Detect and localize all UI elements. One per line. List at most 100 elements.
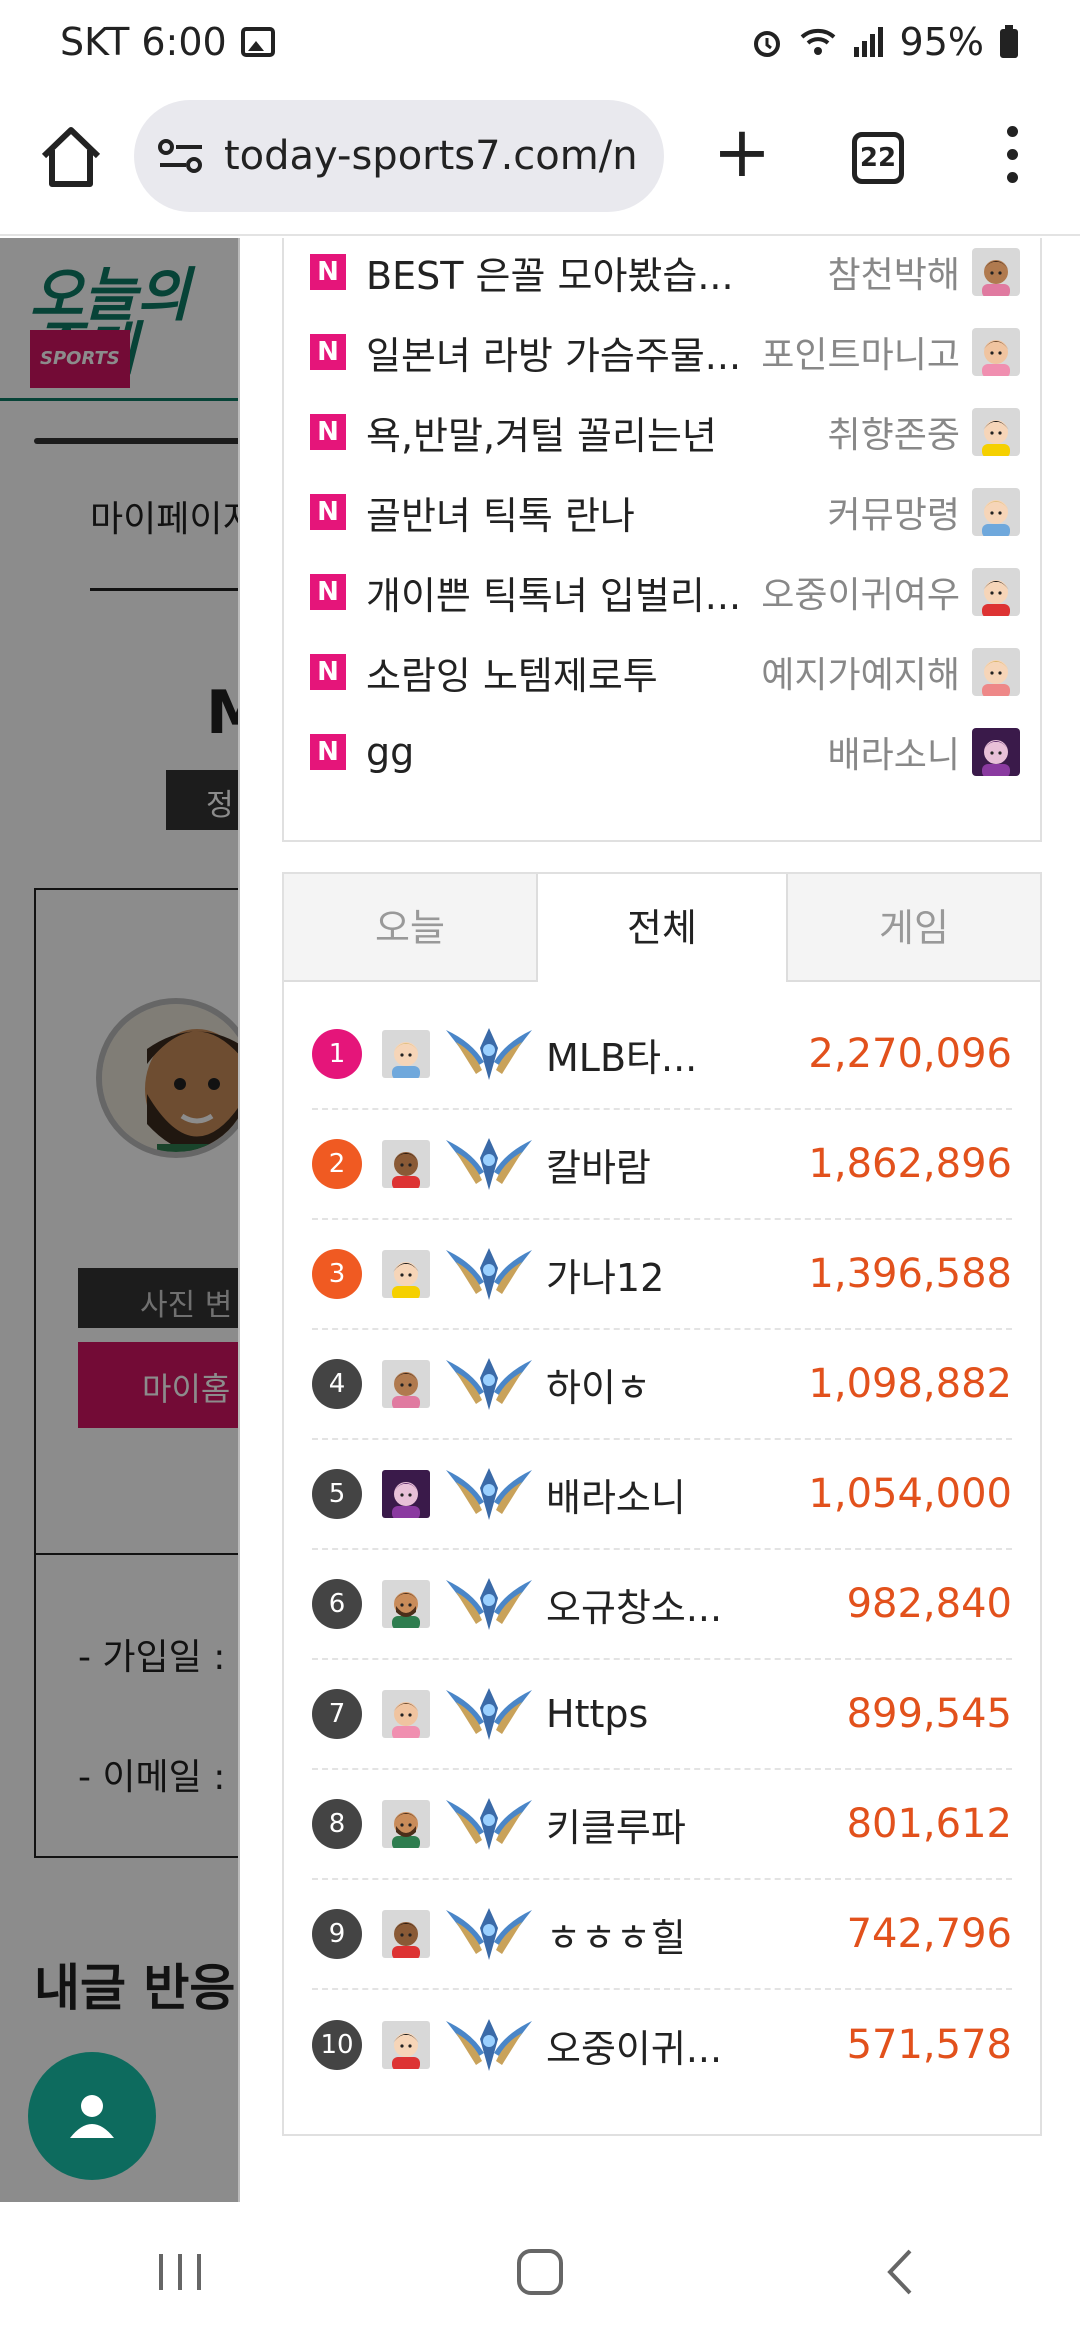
- recent-post-row[interactable]: N BEST 은꼴 모아봤습... 참천박해: [310, 240, 1020, 304]
- back-button[interactable]: [840, 2232, 960, 2312]
- post-author[interactable]: 포인트마니고: [760, 326, 960, 378]
- rank-username[interactable]: Https: [546, 1692, 746, 1736]
- gallery-notification-icon: [240, 27, 275, 57]
- new-badge-icon: N: [310, 654, 346, 690]
- browser-menu-icon[interactable]: [1000, 126, 1024, 192]
- status-bar: SKT 6:00 95%: [0, 0, 1080, 84]
- tab-game[interactable]: 게임: [788, 874, 1040, 982]
- user-avatar: [382, 1250, 430, 1298]
- author-avatar: [972, 328, 1020, 376]
- rank-username[interactable]: 배라소니: [546, 1467, 746, 1522]
- tier-emblem-icon: [444, 1792, 534, 1856]
- recent-apps-button[interactable]: [120, 2232, 240, 2312]
- ranking-row[interactable]: 9 ㅎㅎㅎ힐 742,796: [312, 1880, 1012, 1990]
- battery-icon: [1000, 25, 1018, 58]
- user-avatar: [382, 1360, 430, 1408]
- site-settings-icon[interactable]: [158, 136, 204, 176]
- author-avatar: [972, 648, 1020, 696]
- user-avatar: [382, 1690, 430, 1738]
- rank-score: 801,612: [846, 1801, 1012, 1847]
- rank-score: 1,862,896: [808, 1141, 1012, 1187]
- ranking-row[interactable]: 10 오중이귀... 571,578: [312, 1990, 1012, 2100]
- rank-score: 2,270,096: [808, 1031, 1012, 1077]
- tier-emblem-icon: [444, 1462, 534, 1526]
- ranking-row[interactable]: 2 칼바람 1,862,896: [312, 1110, 1012, 1220]
- post-author[interactable]: 예지가예지해: [760, 646, 960, 698]
- rank-number-badge: 4: [312, 1359, 362, 1409]
- author-avatar: [972, 408, 1020, 456]
- tab-today[interactable]: 오늘: [284, 874, 536, 982]
- ranking-row[interactable]: 6 오규창소... 982,840: [312, 1550, 1012, 1660]
- post-title[interactable]: gg: [366, 730, 756, 774]
- tier-emblem-icon: [444, 1242, 534, 1306]
- profile-fab-button[interactable]: [28, 2052, 156, 2180]
- address-bar[interactable]: today-sports7.com/n: [134, 100, 664, 212]
- tab-switcher-button[interactable]: 22: [852, 132, 904, 184]
- rank-score: 1,396,588: [808, 1251, 1012, 1297]
- signal-icon: [853, 27, 883, 57]
- battery-percent: 95%: [899, 20, 984, 64]
- rank-username[interactable]: 키클루파: [546, 1797, 746, 1852]
- user-icon: [70, 2095, 114, 2138]
- new-badge-icon: N: [310, 334, 346, 370]
- rank-username[interactable]: 오중이귀...: [546, 2018, 746, 2073]
- author-avatar: [972, 568, 1020, 616]
- tab-all[interactable]: 전체: [536, 874, 788, 982]
- new-tab-button[interactable]: +: [706, 117, 778, 192]
- url-text[interactable]: today-sports7.com/n: [224, 133, 638, 179]
- user-avatar: [382, 1470, 430, 1518]
- author-avatar: [972, 248, 1020, 296]
- tier-emblem-icon: [444, 1572, 534, 1636]
- post-title[interactable]: 소람잉 노템제로투: [366, 645, 756, 700]
- rank-username[interactable]: 오규창소...: [546, 1577, 746, 1632]
- recent-post-row[interactable]: N 개이쁜 틱톡녀 입벌리... 오중이귀여우: [310, 560, 1020, 624]
- new-badge-icon: N: [310, 574, 346, 610]
- rank-number-badge: 3: [312, 1249, 362, 1299]
- rank-number-badge: 2: [312, 1139, 362, 1189]
- post-author[interactable]: 커뮤망령: [760, 486, 960, 538]
- ranking-row[interactable]: 8 키클루파 801,612: [312, 1770, 1012, 1880]
- rank-username[interactable]: MLB타...: [546, 1027, 746, 1082]
- tier-emblem-icon: [444, 1682, 534, 1746]
- rank-number-badge: 5: [312, 1469, 362, 1519]
- rank-score: 742,796: [846, 1911, 1012, 1957]
- ranking-row[interactable]: 4 하이ㅎ 1,098,882: [312, 1330, 1012, 1440]
- post-title[interactable]: 일본녀 라방 가슴주물...: [366, 325, 756, 380]
- rank-number-badge: 7: [312, 1689, 362, 1739]
- post-title[interactable]: 골반녀 틱톡 란나: [366, 485, 756, 540]
- user-avatar: [382, 1580, 430, 1628]
- home-nav-icon: [517, 2249, 563, 2295]
- back-icon: [887, 2249, 912, 2295]
- recent-post-row[interactable]: N gg 배라소니: [310, 720, 1020, 784]
- rank-username[interactable]: 가나12: [546, 1247, 746, 1302]
- recent-post-row[interactable]: N 골반녀 틱톡 란나 커뮤망령: [310, 480, 1020, 544]
- post-author[interactable]: 배라소니: [760, 726, 960, 778]
- recent-post-row[interactable]: N 욕,반말,겨털 꼴리는년 취향존중: [310, 400, 1020, 464]
- rank-username[interactable]: ㅎㅎㅎ힐: [546, 1907, 746, 1962]
- rank-score: 1,054,000: [808, 1471, 1012, 1517]
- post-title[interactable]: 개이쁜 틱톡녀 입벌리...: [366, 565, 756, 620]
- side-panel: 오늘 전체 게임 1 MLB타... 2,270,096 2 칼바람 1,862,…: [238, 238, 1080, 2202]
- post-title[interactable]: 욕,반말,겨털 꼴리는년: [366, 405, 756, 460]
- recent-post-row[interactable]: N 소람잉 노템제로투 예지가예지해: [310, 640, 1020, 704]
- post-author[interactable]: 참천박해: [760, 246, 960, 298]
- post-author[interactable]: 취향존중: [760, 406, 960, 458]
- new-badge-icon: N: [310, 254, 346, 290]
- carrier-time: SKT 6:00: [60, 20, 227, 64]
- ranking-row[interactable]: 5 배라소니 1,054,000: [312, 1440, 1012, 1550]
- home-icon[interactable]: [36, 122, 106, 192]
- user-avatar: [382, 1030, 430, 1078]
- post-author[interactable]: 오중이귀여우: [760, 566, 960, 618]
- author-avatar: [972, 728, 1020, 776]
- rank-username[interactable]: 하이ㅎ: [546, 1357, 746, 1412]
- ranking-row[interactable]: 1 MLB타... 2,270,096: [312, 1000, 1012, 1110]
- post-title[interactable]: BEST 은꼴 모아봤습...: [366, 245, 756, 300]
- rank-number-badge: 1: [312, 1029, 362, 1079]
- ranking-row[interactable]: 3 가나12 1,396,588: [312, 1220, 1012, 1330]
- rank-username[interactable]: 칼바람: [546, 1137, 746, 1192]
- rank-score: 899,545: [846, 1691, 1012, 1737]
- ranking-row[interactable]: 7 Https 899,545: [312, 1660, 1012, 1770]
- recent-post-row[interactable]: N 일본녀 라방 가슴주물... 포인트마니고: [310, 320, 1020, 384]
- home-nav-button[interactable]: [480, 2232, 600, 2312]
- dim-overlay[interactable]: [0, 238, 240, 2202]
